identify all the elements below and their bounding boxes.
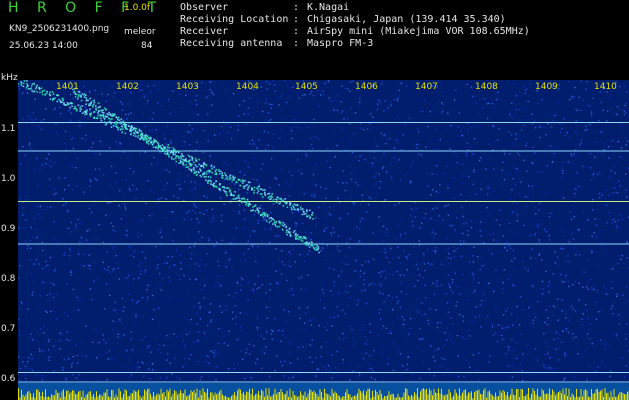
- spectrogram-canvas: [18, 80, 629, 400]
- info-row-observer: Observer : K.Nagai: [180, 2, 530, 14]
- x-tick-label: 1407: [415, 82, 438, 92]
- info-colon: :: [293, 14, 300, 25]
- info-value: AirSpy mini (Miakejima VOR 108.65MHz): [307, 26, 530, 37]
- meteor-traces: [18, 80, 320, 254]
- y-tick-label: 0.8: [1, 274, 16, 284]
- info-key: Receiving antenna: [180, 38, 283, 49]
- info-row-location: Receiving Location : Chigasaki, Japan (1…: [180, 14, 530, 26]
- datetime-label: 25.06.23 14:00: [9, 41, 78, 51]
- info-row-antenna: Receiving antenna : Maspro FM-3: [180, 38, 530, 50]
- x-tick-label: 1410: [594, 82, 617, 92]
- x-tick-label: 1402: [116, 82, 139, 92]
- x-tick-label: 1404: [236, 82, 259, 92]
- y-tick-label: 1.0: [1, 174, 16, 184]
- info-key: Observer: [180, 2, 229, 13]
- y-axis: kHz 1.1 1.0 0.9 0.8 0.7 0.6: [0, 73, 18, 400]
- filename-label: KN9_2506231400.png: [9, 24, 110, 34]
- header-panel: H R O F F T 1.0.0f KN9_2506231400.png 25…: [0, 0, 629, 80]
- x-tick-label: 1409: [535, 82, 558, 92]
- noise-layer: [18, 80, 629, 382]
- info-row-receiver: Receiver : AirSpy mini (Miakejima VOR 10…: [180, 26, 530, 38]
- info-value: Chigasaki, Japan (139.414 35.340): [307, 14, 506, 25]
- x-tick-label: 1401: [56, 82, 79, 92]
- info-key: Receiving Location: [180, 14, 289, 25]
- info-colon: :: [293, 26, 300, 37]
- info-value: K.Nagai: [307, 2, 350, 13]
- y-tick-label: 0.7: [1, 324, 16, 334]
- count-label: 84: [141, 41, 153, 51]
- y-tick-label: 0.9: [1, 224, 16, 234]
- x-tick-label: 1406: [355, 82, 378, 92]
- version-label: 1.0.0f: [124, 3, 151, 13]
- info-colon: :: [293, 38, 300, 49]
- y-tick-label: 1.1: [1, 124, 16, 134]
- x-tick-label: 1403: [176, 82, 199, 92]
- y-tick-label: 0.6: [1, 374, 16, 384]
- x-tick-label: 1405: [295, 82, 318, 92]
- carrier-lines: [18, 122, 629, 383]
- station-info: Observer : K.Nagai Receiving Location : …: [180, 2, 530, 50]
- info-colon: :: [293, 2, 300, 13]
- info-value: Maspro FM-3: [307, 38, 374, 49]
- x-tick-label: 1408: [475, 82, 498, 92]
- y-axis-unit: kHz: [1, 73, 18, 83]
- info-key: Receiver: [180, 26, 229, 37]
- meteor-trace: [72, 88, 320, 254]
- mode-label: meleor: [124, 27, 156, 37]
- spectrogram-plot: [18, 80, 629, 400]
